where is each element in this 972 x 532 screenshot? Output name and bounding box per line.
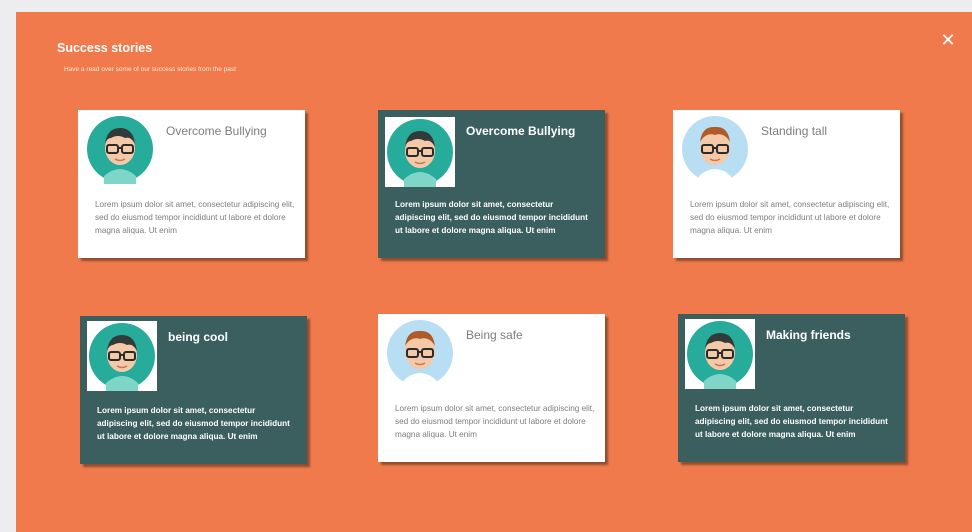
story-card[interactable]: Overcome Bullying Lorem ipsum dolor sit …: [378, 110, 605, 258]
avatar: [85, 114, 155, 184]
teal-avatar-icon: [87, 116, 153, 184]
modal-subtitle: Have a read over some of our success sto…: [64, 66, 236, 73]
card-title: Standing tall: [761, 124, 828, 138]
card-body: Lorem ipsum dolor sit amet, consectetur …: [395, 200, 588, 235]
card-title: Being safe: [466, 328, 523, 342]
teal-avatar-icon: [387, 119, 453, 187]
card-body: Lorem ipsum dolor sit amet, consectetur …: [395, 404, 595, 439]
modal-title: Success stories: [57, 41, 153, 55]
blue-avatar-icon: [682, 116, 748, 184]
avatar: [385, 318, 455, 388]
card-body: Lorem ipsum dolor sit amet, consectetur …: [97, 406, 290, 441]
card-title: Overcome Bullying: [466, 124, 576, 138]
card-body: Lorem ipsum dolor sit amet, consectetur …: [690, 200, 890, 235]
card-title: Making friends: [766, 328, 851, 342]
avatar: [385, 117, 455, 187]
card-body: Lorem ipsum dolor sit amet, consectetur …: [695, 404, 888, 439]
teal-avatar-icon: [687, 321, 753, 389]
story-card[interactable]: Being safe Lorem ipsum dolor sit amet, c…: [378, 314, 605, 462]
card-title: being cool: [168, 330, 228, 344]
card-body: Lorem ipsum dolor sit amet, consectetur …: [95, 200, 295, 235]
blue-avatar-icon: [387, 320, 453, 388]
story-card[interactable]: being cool Lorem ipsum dolor sit amet, c…: [80, 316, 307, 464]
success-stories-modal: Success stories Have a read over some of…: [16, 12, 972, 532]
teal-avatar-icon: [89, 323, 155, 391]
avatar: [685, 319, 755, 389]
story-card[interactable]: Making friends Lorem ipsum dolor sit ame…: [678, 314, 905, 462]
avatar: [680, 114, 750, 184]
card-title: Overcome Bullying: [166, 124, 267, 138]
story-card[interactable]: Standing tall Lorem ipsum dolor sit amet…: [673, 110, 900, 258]
story-card[interactable]: Overcome Bullying Lorem ipsum dolor sit …: [78, 110, 305, 258]
close-icon[interactable]: ✕: [938, 30, 958, 50]
avatar: [87, 321, 157, 391]
